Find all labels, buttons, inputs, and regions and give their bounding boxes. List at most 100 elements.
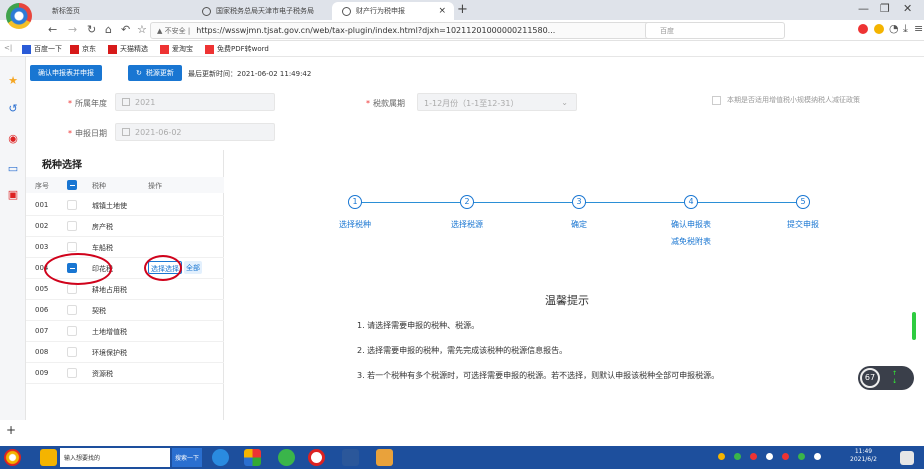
- row-checkbox[interactable]: [67, 305, 77, 315]
- step-connector: [467, 202, 572, 203]
- confirm-declare-button[interactable]: 确认申报表并申报: [30, 65, 102, 81]
- url-input[interactable]: ▲ 不安全 | https://wsswjmn.tjsat.gov.cn/web…: [150, 22, 700, 39]
- row-number: 008: [35, 348, 49, 356]
- star-icon[interactable]: ☆: [137, 23, 147, 36]
- select-all-checkbox[interactable]: [67, 180, 77, 190]
- assistant-icon[interactable]: [40, 449, 57, 466]
- maximize-icon[interactable]: ❐: [880, 2, 890, 15]
- minimize-icon[interactable]: —: [858, 2, 869, 15]
- calendar-icon: [122, 128, 130, 136]
- bookmark-jd[interactable]: 京东: [70, 44, 96, 54]
- step-connector: [691, 202, 796, 203]
- tray-icon[interactable]: [734, 453, 741, 460]
- tab-new[interactable]: 新标签页: [42, 2, 192, 20]
- step-label: 选择税源: [451, 220, 483, 229]
- app-icon[interactable]: [376, 449, 393, 466]
- tab-label: 财产行为税申报: [356, 7, 405, 15]
- tray-icon[interactable]: [798, 453, 805, 460]
- history-icon[interactable]: ↺: [7, 103, 19, 115]
- status-strip: +: [0, 420, 924, 446]
- page-icon: [342, 6, 351, 16]
- tray-icon[interactable]: [814, 453, 821, 460]
- taskbar-search-input[interactable]: 输入想要找的: [60, 448, 170, 467]
- select-all-button[interactable]: 全部: [184, 261, 202, 274]
- bookmark-baidu[interactable]: 百度一下: [22, 44, 62, 54]
- search-input[interactable]: 百度: [645, 22, 785, 39]
- row-number: 009: [35, 369, 49, 377]
- taobao-icon: [160, 44, 169, 54]
- new-tab-button[interactable]: +: [457, 2, 468, 17]
- scroll-indicator[interactable]: [912, 312, 916, 340]
- notes-icon[interactable]: ▭: [7, 163, 19, 175]
- tip-text: 1. 请选择需要申报的税种、税源。: [357, 321, 480, 330]
- step-label: 确定: [571, 220, 587, 229]
- taskbar-search-button[interactable]: 搜索一下: [172, 448, 202, 467]
- tab-property-tax[interactable]: 财产行为税申报 ×: [332, 2, 454, 20]
- weibo-icon[interactable]: ◉: [7, 133, 19, 145]
- bookmarks-bar: <| 百度一下 京东 天猫精选 爱淘宝 免费PDF转word: [0, 41, 924, 57]
- bookmark-taobao[interactable]: 爱淘宝: [160, 44, 193, 54]
- row-checkbox[interactable]: [67, 347, 77, 357]
- back-icon[interactable]: ←: [48, 23, 57, 36]
- upload-icon: ↑: [892, 370, 898, 377]
- panel-title: 税种选择: [42, 160, 82, 171]
- close-tab-icon[interactable]: ×: [438, 6, 446, 16]
- tax-name: 车船税: [92, 244, 113, 252]
- notification-icon[interactable]: [900, 451, 914, 465]
- history-icon[interactable]: ◔: [889, 22, 899, 35]
- reload-icon[interactable]: ↻: [87, 23, 96, 36]
- app-icon[interactable]: ▣: [7, 189, 19, 201]
- row-checkbox[interactable]: [67, 368, 77, 378]
- bookmark-pdf[interactable]: 免费PDF转word: [205, 44, 269, 54]
- tray-icon[interactable]: [782, 453, 789, 460]
- tip-text: 3. 若一个税种有多个税源时，可选择需要申报的税源。若不选择，则默认申报该税种全…: [357, 371, 720, 380]
- period-select[interactable]: 1-12月份（1-1至12-31） ⌄: [417, 93, 577, 111]
- browser-logo-icon: [6, 3, 32, 29]
- date-field[interactable]: 2021-06-02: [115, 123, 275, 141]
- extension-icon[interactable]: [858, 24, 868, 34]
- clock[interactable]: 11:49 2021/6/2: [850, 448, 877, 464]
- baidu-icon: [22, 44, 31, 54]
- plus-icon[interactable]: +: [6, 423, 16, 437]
- favorites-icon[interactable]: ★: [7, 75, 19, 87]
- word-icon[interactable]: [342, 449, 359, 466]
- windows-store-icon[interactable]: [244, 449, 261, 466]
- refresh-source-button[interactable]: ↻ 税源更新: [128, 65, 182, 81]
- tax-declaration-page: 确认申报表并申报 ↻ 税源更新 最后更新时间：2021-06-02 11:49:…: [26, 57, 924, 420]
- row-checkbox[interactable]: [67, 284, 77, 294]
- collapse-icon[interactable]: <|: [4, 44, 12, 52]
- bookmark-label: 爱淘宝: [172, 45, 193, 53]
- start-icon[interactable]: [4, 449, 21, 466]
- tab-tax-bureau[interactable]: 国家税务总局天津市电子税务局: [192, 2, 332, 20]
- small-taxpayer-checkbox[interactable]: 本期是否适用增值税小规模纳税人减征政策: [712, 95, 860, 105]
- row-checkbox[interactable]: [67, 221, 77, 231]
- bookmark-tmall[interactable]: 天猫精选: [108, 44, 148, 54]
- row-checkbox[interactable]: [67, 200, 77, 210]
- speed-widget[interactable]: 67 ↑ ↓: [858, 366, 914, 390]
- year-field[interactable]: 2021: [115, 93, 275, 111]
- tip-text: 2. 选择需要申报的税种，需先完成该税种的税源信息报告。: [357, 346, 568, 355]
- table-row: 003 车船税: [26, 237, 224, 258]
- tray-icon[interactable]: [766, 453, 773, 460]
- table-row: 009 资源税: [26, 363, 224, 384]
- extension-icon[interactable]: [874, 24, 884, 34]
- tray-icon[interactable]: [750, 453, 757, 460]
- undo-icon[interactable]: ↶: [121, 23, 130, 36]
- row-checkbox[interactable]: [67, 242, 77, 252]
- tax-name: 资源税: [92, 370, 113, 378]
- annotation-circle: [44, 253, 112, 285]
- period-label: * 税款属期: [366, 99, 405, 108]
- forward-icon[interactable]: →: [68, 23, 77, 36]
- chrome-icon[interactable]: [308, 449, 325, 466]
- bookmark-label: 百度一下: [34, 45, 62, 53]
- table-row: 005 耕地占用税: [26, 279, 224, 300]
- tray-icon[interactable]: [718, 453, 725, 460]
- row-number: 002: [35, 222, 49, 230]
- row-checkbox[interactable]: [67, 326, 77, 336]
- download-icon[interactable]: ⤓: [903, 22, 908, 36]
- browser-360-icon[interactable]: [278, 449, 295, 466]
- ie-icon[interactable]: [212, 449, 229, 466]
- menu-icon[interactable]: ≡: [914, 22, 923, 35]
- home-icon[interactable]: ⌂: [105, 23, 112, 36]
- close-window-icon[interactable]: ✕: [903, 2, 912, 15]
